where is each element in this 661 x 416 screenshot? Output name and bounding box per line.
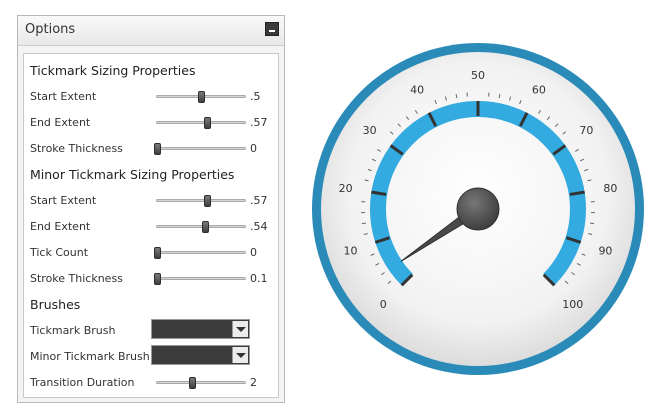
tick-label: 20 (339, 182, 353, 195)
tick-label: 90 (598, 244, 612, 257)
needle-hub (456, 187, 500, 231)
tick-label: 30 (363, 124, 377, 137)
radial-gauge: 0 10 20 30 40 50 60 70 80 90 100 (312, 43, 644, 375)
minor-tick (361, 222, 366, 225)
tick-label: 70 (579, 124, 593, 137)
tick-label: 100 (562, 298, 583, 311)
minor-tick (590, 222, 595, 225)
tick-label: 50 (471, 69, 485, 82)
tick-label: 0 (380, 298, 387, 311)
tick-label: 10 (344, 244, 358, 257)
tick-label: 80 (603, 182, 617, 195)
tick-label: 40 (410, 84, 424, 97)
tick-label: 60 (532, 84, 546, 97)
